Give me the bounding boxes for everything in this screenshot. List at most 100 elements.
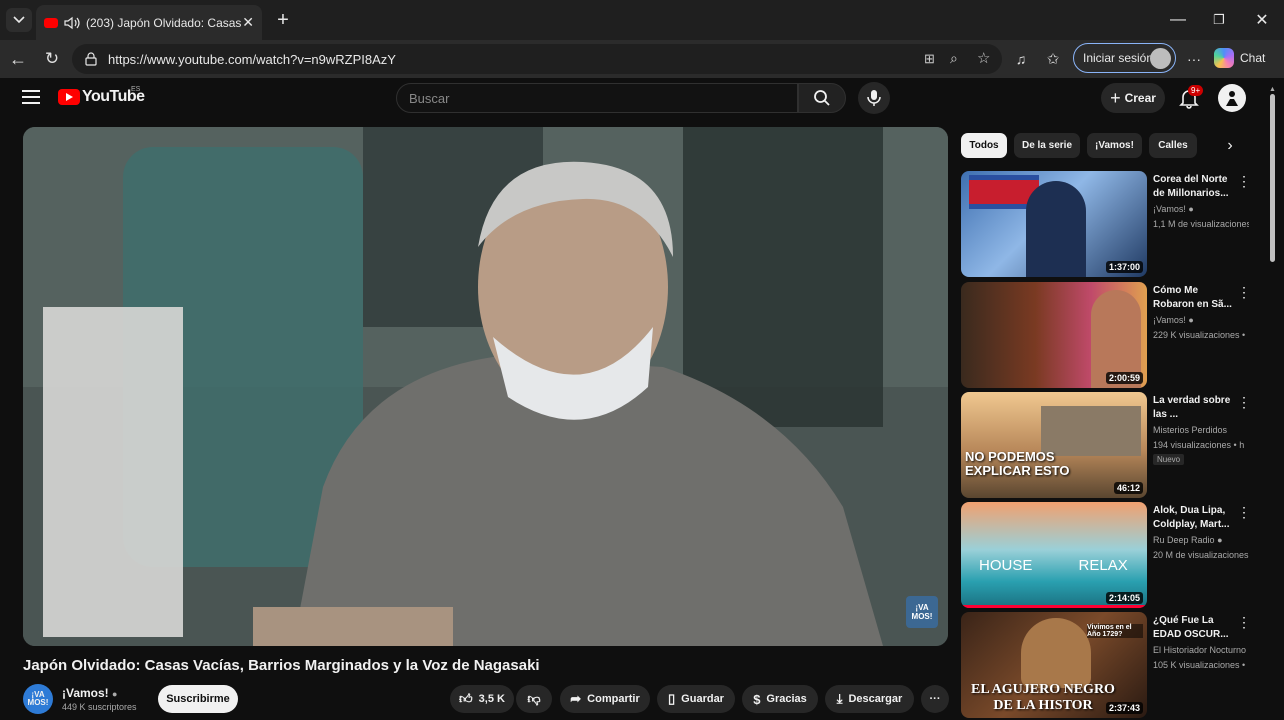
browser-tab[interactable]: (203) Japón Olvidado: Casas V ✕	[36, 5, 262, 40]
recommendation-item[interactable]: 2:00:59 Cómo Me Robaron en Sã... ¡Vamos!…	[961, 282, 1251, 388]
copilot-chat-button[interactable]: Chat	[1214, 44, 1278, 72]
signin-button[interactable]: Iniciar sesión	[1073, 43, 1176, 73]
address-bar[interactable]: https://www.youtube.com/watch?v=n9wRZPI8…	[72, 44, 1002, 74]
share-arrow-icon: ➦	[570, 691, 582, 706]
youtube-logo[interactable]: YouTube ES	[58, 86, 145, 106]
recommendation-title: Cómo Me Robaron en Sã...	[1153, 285, 1232, 310]
thanks-label: Gracias	[766, 693, 807, 705]
create-button[interactable]: + Crear	[1101, 83, 1165, 113]
microphone-icon	[867, 90, 881, 106]
maximize-button[interactable]: ❐	[1209, 10, 1229, 30]
scroll-up-arrow-icon[interactable]: ▲	[1269, 86, 1276, 93]
recommendation-item[interactable]: Vivimos en el Año 1729? EL AGUJERO NEGRO…	[961, 612, 1251, 718]
chip-calles[interactable]: Calles	[1149, 133, 1197, 158]
zoom-icon[interactable]: ⌕	[950, 50, 958, 67]
video-duration: 2:37:43	[1105, 702, 1143, 714]
tab-actions-menu-button[interactable]	[6, 8, 32, 32]
reload-button[interactable]: ↻	[41, 48, 63, 70]
chip-todos[interactable]: Todos	[961, 133, 1007, 158]
channel-name-text: ¡Vamos!	[62, 686, 109, 700]
chip-vamos[interactable]: ¡Vamos!	[1087, 133, 1142, 158]
tab-title: (203) Japón Olvidado: Casas V	[86, 15, 243, 30]
chip-de-la-serie[interactable]: De la serie	[1014, 133, 1080, 158]
save-button[interactable]: ▯ Guardar	[657, 685, 735, 713]
recommendation-channel: ¡Vamos! ●	[1153, 204, 1194, 214]
download-label: Descargar	[848, 693, 903, 705]
speaker-icon[interactable]	[64, 16, 80, 30]
video-thumbnail[interactable]: 2:00:59	[961, 282, 1147, 388]
search-input[interactable]	[409, 90, 797, 106]
favorites-icon[interactable]: ✩	[1042, 48, 1064, 70]
video-thumbnail[interactable]: HOUSE RELAX 2:14:05	[961, 502, 1147, 608]
recommendation-channel: Ru Deep Radio ●	[1153, 535, 1223, 545]
dislike-button[interactable]: 👎︎	[516, 685, 552, 713]
profile-avatar-icon	[1150, 48, 1171, 69]
new-tab-button[interactable]: +	[272, 9, 294, 31]
share-button[interactable]: ➦ Compartir	[560, 685, 650, 713]
verified-icon: ●	[1188, 204, 1194, 214]
signin-label: Iniciar sesión	[1083, 51, 1154, 65]
subscribe-button[interactable]: Suscribirme	[158, 685, 238, 713]
verified-icon: ●	[1217, 535, 1223, 545]
video-thumbnail[interactable]: NO PODEMOS EXPLICAR ESTO 46:12	[961, 392, 1147, 498]
hamburger-menu-icon[interactable]	[22, 90, 40, 104]
browser-tab-bar: (203) Japón Olvidado: Casas V ✕ + — ❐ ✕	[0, 0, 1284, 40]
person-graphic	[1026, 181, 1086, 277]
app-available-icon[interactable]: ⊞	[924, 51, 935, 67]
youtube-header: YouTube ES + Crear 9+	[0, 78, 1284, 118]
page-scrollbar[interactable]: ▲	[1268, 86, 1276, 720]
video-duration: 2:00:59	[1105, 372, 1143, 384]
more-vertical-icon[interactable]: ⋮	[1237, 394, 1251, 411]
more-vertical-icon[interactable]: ⋮	[1237, 173, 1251, 190]
more-vertical-icon[interactable]: ⋮	[1237, 614, 1251, 631]
more-actions-button[interactable]: ···	[921, 685, 949, 713]
thanks-button[interactable]: $ Gracias	[742, 685, 818, 713]
recommendation-item[interactable]: HOUSE RELAX 2:14:05 Alok, Dua Lipa, Cold…	[961, 502, 1251, 608]
copilot-icon	[1214, 48, 1234, 68]
recommendation-item[interactable]: 1:37:00 Corea del Norte de Millonarios..…	[961, 171, 1251, 277]
download-button[interactable]: ⤓ Descargar	[825, 685, 914, 713]
channel-avatar[interactable]: ¡VA MOS!	[23, 684, 53, 714]
youtube-play-icon	[58, 89, 80, 105]
search-button[interactable]	[798, 83, 846, 113]
video-thumbnail[interactable]: Vivimos en el Año 1729? EL AGUJERO NEGRO…	[961, 612, 1147, 718]
user-icon	[1226, 91, 1238, 106]
video-player[interactable]: ¡VA MOS!	[23, 127, 948, 646]
youtube-favicon-icon	[44, 17, 58, 28]
scrollbar-thumb[interactable]	[1270, 94, 1275, 262]
download-icon: ⤓	[836, 691, 843, 706]
account-avatar[interactable]	[1218, 84, 1246, 112]
recommendation-title: Alok, Dua Lipa, Coldplay, Mart...	[1153, 505, 1230, 530]
favorite-star-icon[interactable]: ☆	[977, 49, 990, 67]
extensions-icon[interactable]: ♫	[1010, 48, 1032, 70]
more-vertical-icon[interactable]: ⋮	[1237, 284, 1251, 301]
new-badge: Nuevo	[1153, 454, 1185, 465]
video-thumbnail[interactable]: 1:37:00	[961, 171, 1147, 277]
back-button[interactable]: ←	[7, 48, 29, 70]
chat-label: Chat	[1240, 51, 1266, 65]
recommendation-item[interactable]: NO PODEMOS EXPLICAR ESTO 46:12 La verdad…	[961, 392, 1251, 498]
video-frame	[23, 127, 948, 646]
minimize-button[interactable]: —	[1168, 10, 1188, 30]
site-info-icon[interactable]	[84, 52, 98, 66]
more-horizontal-icon: ···	[929, 693, 941, 705]
thumbs-up-icon: 👍︎	[459, 691, 473, 706]
more-options-icon[interactable]: ···	[1183, 48, 1205, 70]
channel-watermark[interactable]: ¡VA MOS!	[906, 596, 938, 628]
search-box	[396, 83, 798, 113]
recommendation-channel: El Historiador Nocturno	[1153, 645, 1247, 655]
chips-next-chevron-icon[interactable]: ›	[1220, 136, 1240, 156]
channel-text: Ru Deep Radio	[1153, 535, 1215, 545]
voice-search-button[interactable]	[858, 82, 890, 114]
notification-badge: 9+	[1188, 85, 1204, 96]
close-tab-icon[interactable]: ✕	[242, 14, 254, 31]
recommendation-title: La verdad sobre las ...	[1153, 395, 1231, 420]
close-window-button[interactable]: ✕	[1252, 10, 1272, 30]
thumbs-down-icon: 👎︎	[527, 691, 541, 706]
recommendation-views: 105 K visualizaciones •	[1153, 660, 1246, 670]
like-count: 3,5 K	[478, 693, 505, 705]
channel-name[interactable]: ¡Vamos! ●	[62, 686, 117, 700]
like-button[interactable]: 👍︎ 3,5 K	[450, 685, 514, 713]
more-vertical-icon[interactable]: ⋮	[1237, 504, 1251, 521]
bookmark-icon: ▯	[668, 691, 676, 706]
